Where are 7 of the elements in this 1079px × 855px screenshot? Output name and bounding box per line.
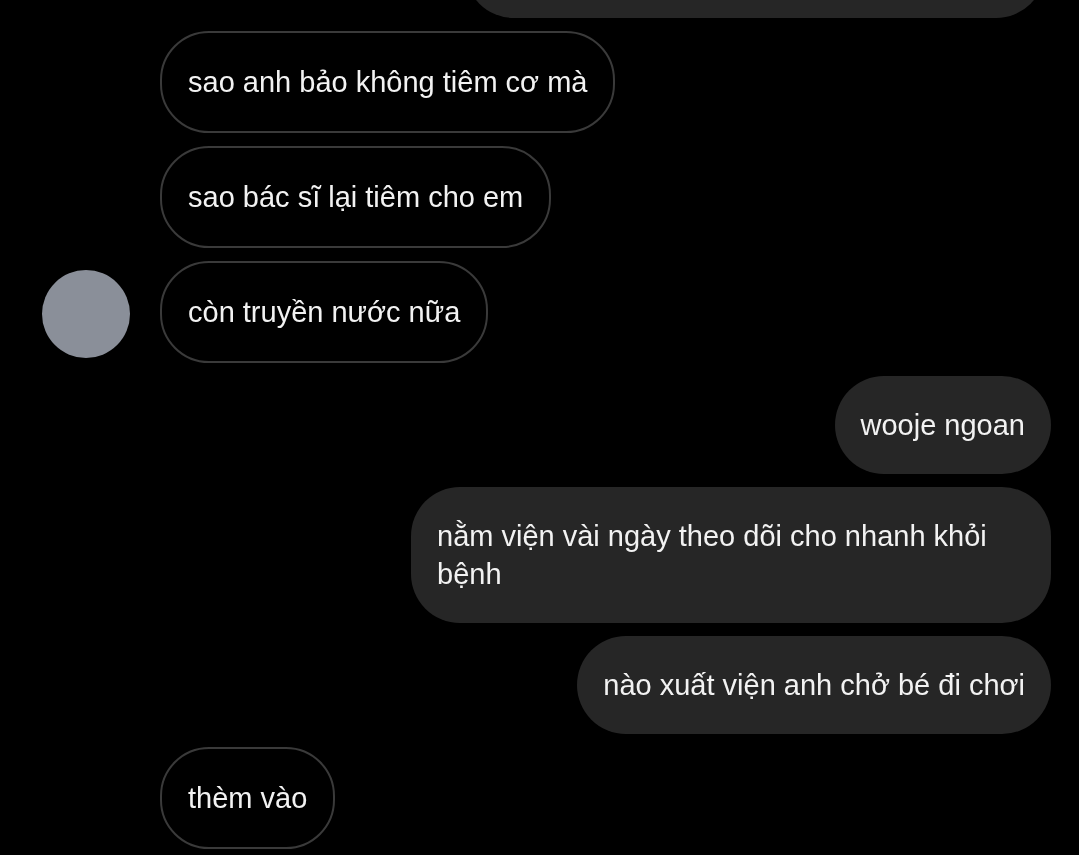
message-bubble: còn truyền nước nữa bbox=[160, 261, 489, 363]
message-bubble: sao bác sĩ lại tiêm cho em bbox=[160, 146, 552, 248]
message-bubble: sao anh bảo không tiêm cơ mà bbox=[160, 31, 616, 133]
message-bubble: nằm viện vài ngày theo dõi cho nhanh khỏi bệnh bbox=[411, 487, 1051, 623]
message-bubble: thèm vào bbox=[160, 747, 336, 849]
message-bubble: wooje ngoan bbox=[834, 376, 1051, 474]
message-bubble: nào xuất viện anh chở bé đi chơi bbox=[577, 636, 1051, 734]
